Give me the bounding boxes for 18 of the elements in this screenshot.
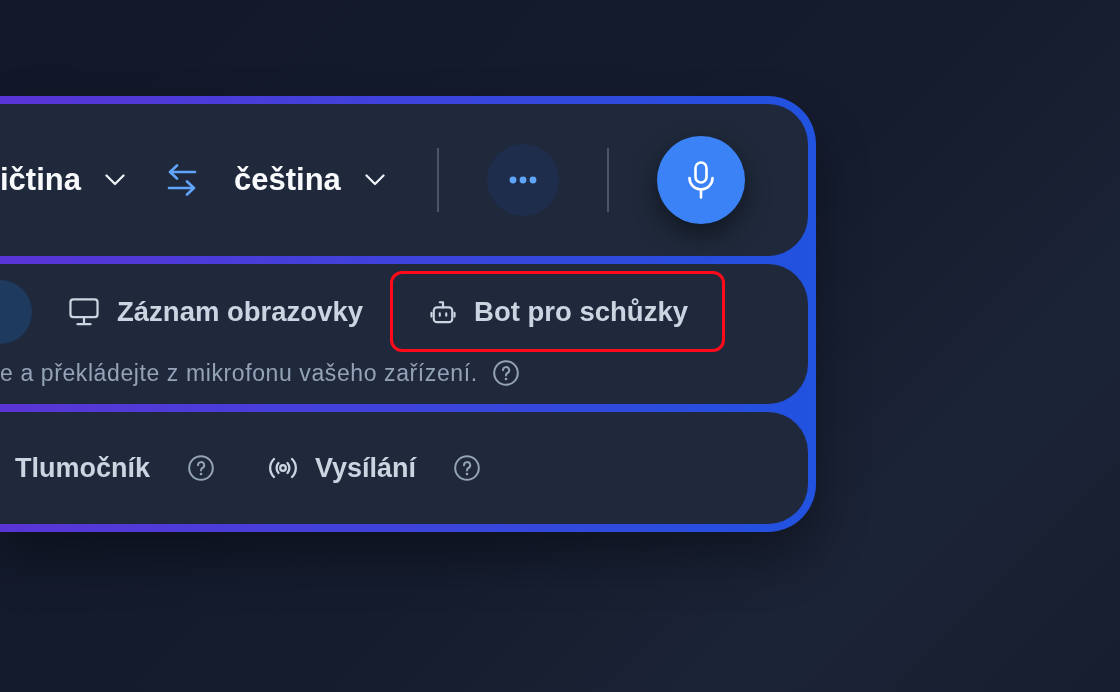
help-icon[interactable] — [188, 455, 214, 481]
help-icon[interactable] — [454, 455, 481, 481]
more-dots-icon — [508, 176, 537, 184]
broadcast-icon — [268, 457, 298, 479]
chevron-down-icon — [104, 174, 125, 186]
mode-tab[interactable]: Záznam obrazovky — [57, 279, 376, 344]
feature-toggle[interactable]: Vysílání — [268, 451, 417, 485]
microphone-icon — [686, 161, 715, 199]
language-select[interactable]: ičtina — [0, 161, 125, 199]
language-select[interactable]: čeština — [233, 161, 385, 199]
monitor-icon — [69, 297, 99, 326]
mode-tab[interactable]: Bot pro schůzky — [418, 279, 700, 344]
robot-icon — [430, 299, 457, 324]
chevron-down-icon — [364, 174, 385, 186]
feature-toggle[interactable]: Tlumočník — [15, 451, 150, 485]
help-icon[interactable] — [492, 360, 519, 386]
mode-description: e a překládejte z mikrofonu vašeho zařízení. — [0, 359, 478, 387]
swap-arrows-icon[interactable] — [166, 164, 197, 196]
